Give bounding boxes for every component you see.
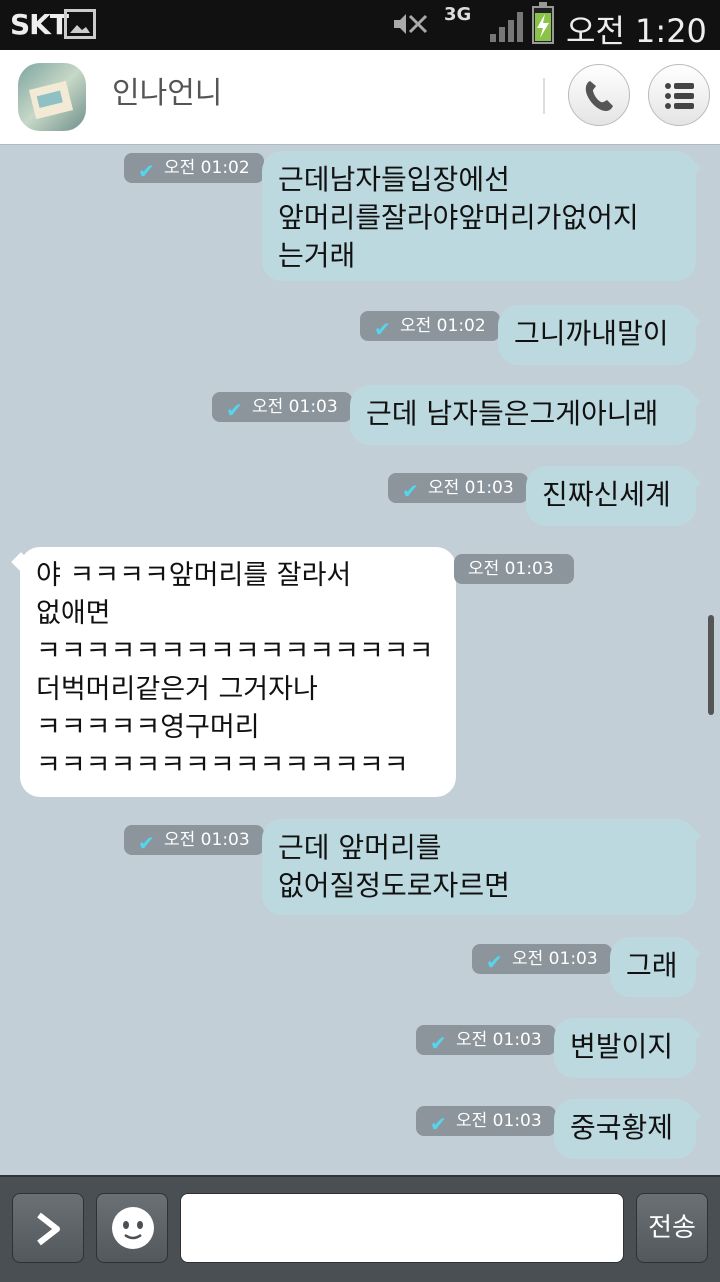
read-check-icon: ✔ (486, 950, 503, 974)
message-bubble-outgoing[interactable]: 근데남자들입장에선 앞머리를잘라야앞머리가없어지 는거래 (262, 151, 696, 281)
header-divider (543, 78, 545, 114)
message-timestamp: ✔ 오전 01:03 (416, 1106, 556, 1136)
read-check-icon: ✔ (430, 1112, 447, 1136)
menu-icon (649, 65, 709, 125)
call-button[interactable] (568, 64, 630, 126)
message-timestamp: ✔ 오전 01:03 (416, 1025, 556, 1055)
message-bubble-outgoing[interactable]: 진짜신세계 (526, 466, 696, 526)
message-bubble-outgoing[interactable]: 근데 앞머리를 없어질정도로자르면 (262, 819, 696, 915)
message-timestamp: ✔ 오전 01:03 (472, 944, 612, 974)
more-button[interactable] (12, 1193, 84, 1263)
mute-icon (392, 10, 428, 38)
chat-header: 인나언니 (0, 50, 720, 145)
menu-button[interactable] (648, 64, 710, 126)
chevron-right-icon (37, 1212, 60, 1246)
message-bubble-outgoing[interactable]: 변발이지 (554, 1018, 696, 1078)
gallery-icon (64, 9, 96, 39)
emoticon-button[interactable] (96, 1193, 168, 1263)
call-icon (585, 81, 613, 111)
message-bubble-outgoing[interactable]: 중국황제 (554, 1099, 696, 1159)
message-timestamp: 오전 01:03 (454, 554, 574, 584)
message-bubble-outgoing[interactable]: 근데 남자들은그게아니래 (350, 385, 696, 445)
message-timestamp: ✔ 오전 01:02 (124, 153, 264, 183)
read-check-icon: ✔ (374, 317, 391, 341)
message-bubble-outgoing[interactable]: 그니까내말이 (498, 305, 696, 365)
status-bar: SKT 3G 오전 1:20 (0, 0, 720, 50)
scrollbar[interactable] (708, 615, 714, 715)
message-timestamp: ✔ 오전 01:02 (360, 311, 500, 341)
network-type: 3G (444, 4, 472, 25)
emoticon-icon (112, 1207, 154, 1249)
read-check-icon: ✔ (226, 398, 243, 422)
read-check-icon: ✔ (138, 831, 155, 855)
signal-icon (490, 10, 524, 42)
send-button[interactable]: 전송 (636, 1193, 708, 1263)
carrier-label: SKT (10, 8, 69, 41)
message-input[interactable] (180, 1193, 624, 1263)
status-clock: 오전 1:20 (566, 12, 707, 50)
chat-area[interactable]: ✔ 오전 01:02 근데남자들입장에선 앞머리를잘라야앞머리가없어지 는거래 ✔… (0, 145, 720, 1175)
read-check-icon: ✔ (430, 1031, 447, 1055)
message-bubble-incoming[interactable]: 야 ㅋㅋㅋㅋ앞머리를 잘라서 없애면 ㅋㅋㅋㅋㅋㅋㅋㅋㅋㅋㅋㅋㅋㅋㅋㅋ 더벅머리… (20, 547, 456, 797)
chat-title: 인나언니 (112, 76, 223, 111)
message-bubble-outgoing[interactable]: 그래 (610, 937, 696, 997)
message-timestamp: ✔ 오전 01:03 (124, 825, 264, 855)
avatar[interactable] (18, 63, 86, 131)
message-timestamp: ✔ 오전 01:03 (212, 392, 352, 422)
input-bar: 전송 (0, 1175, 720, 1282)
read-check-icon: ✔ (138, 159, 155, 183)
read-check-icon: ✔ (402, 479, 419, 503)
message-timestamp: ✔ 오전 01:03 (388, 473, 528, 503)
battery-charging-icon (532, 2, 554, 44)
